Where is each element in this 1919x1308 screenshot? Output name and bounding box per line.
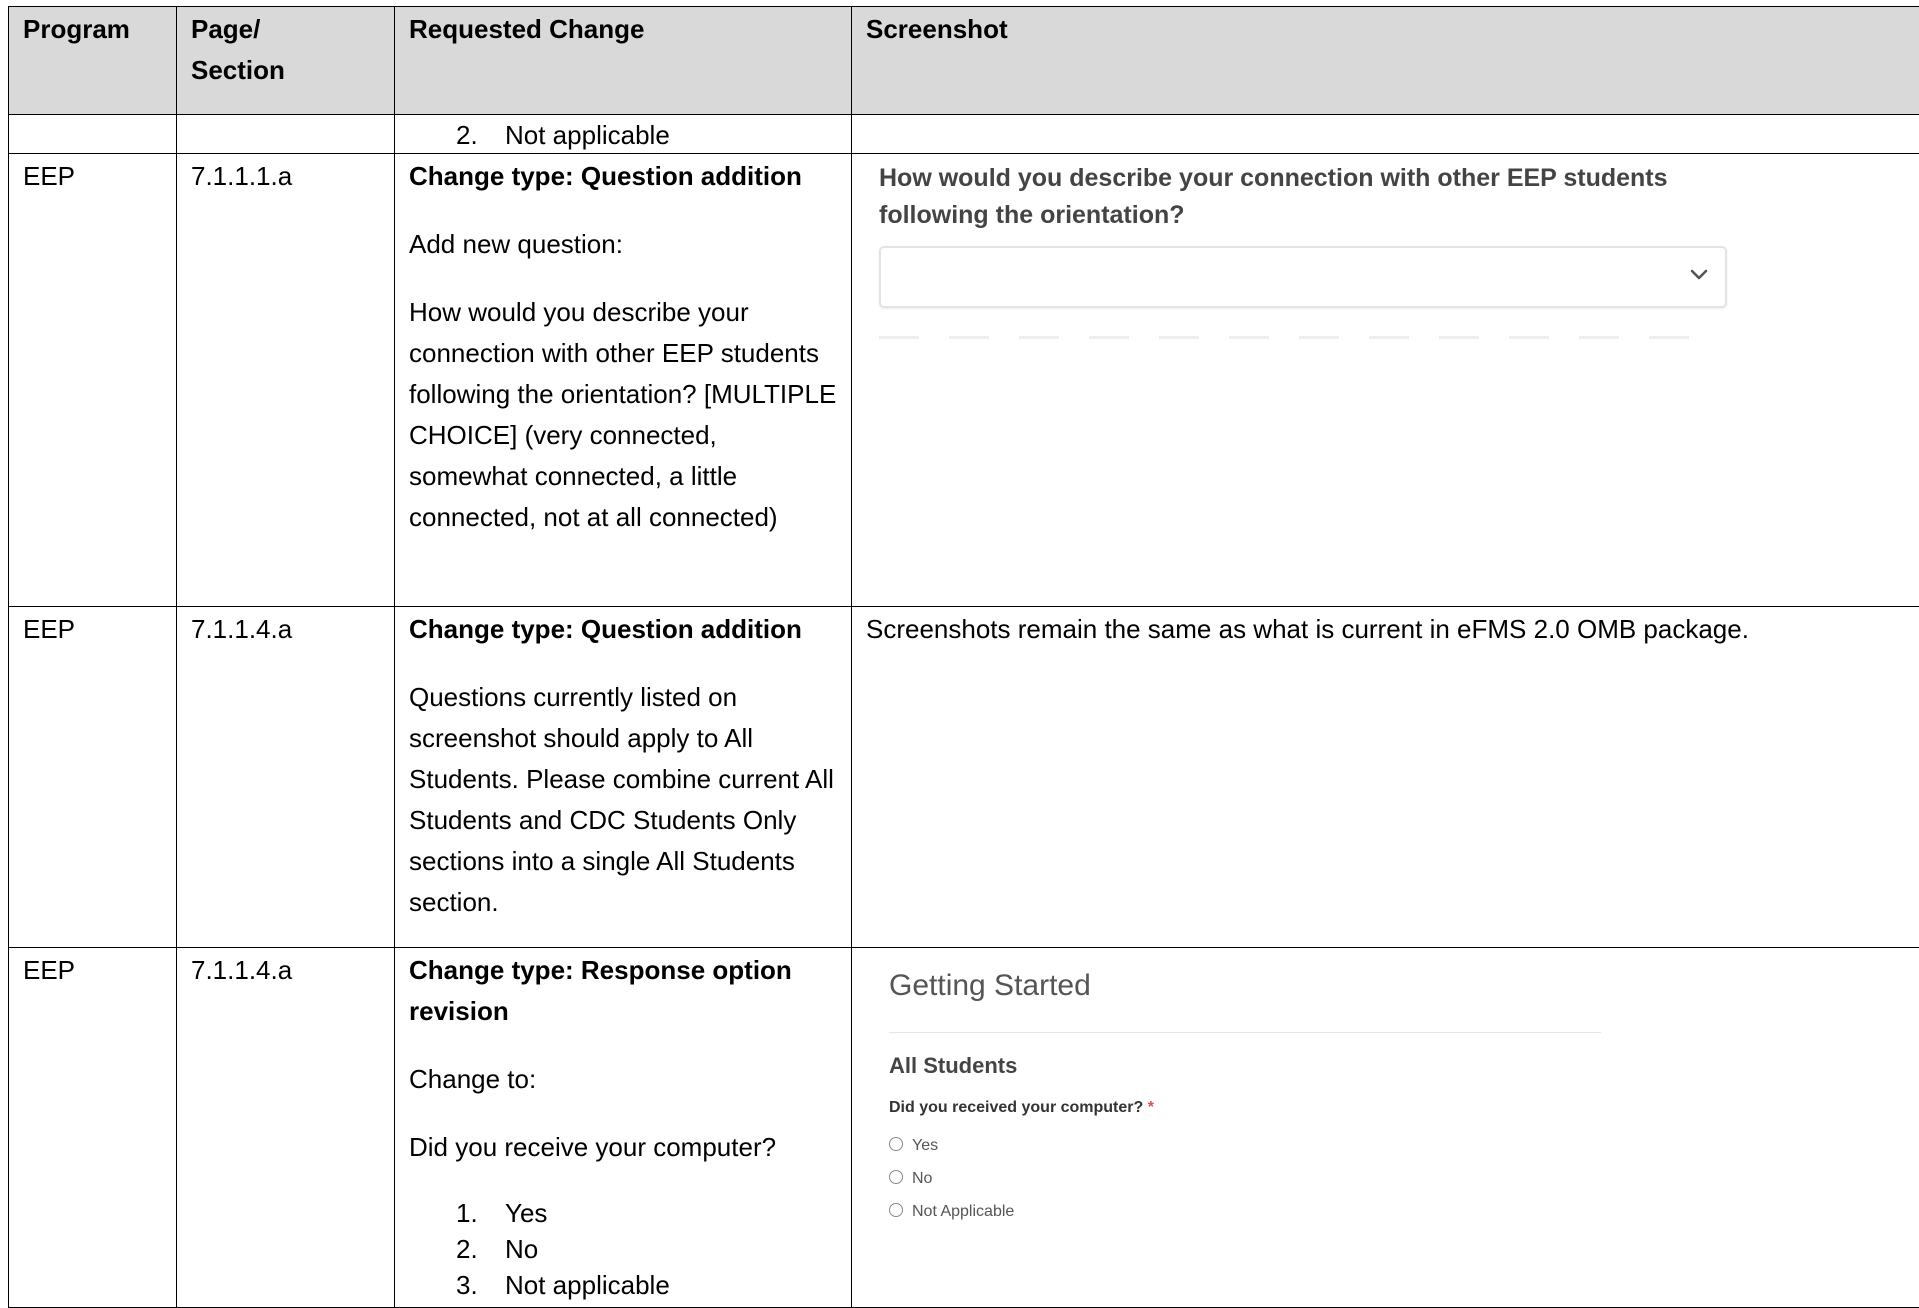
screenshot-title: Getting Started	[889, 968, 1091, 1004]
header-row: Program Page/ Section Requested Change S…	[9, 7, 1919, 115]
list-item: 1.Yes	[456, 1195, 837, 1231]
row0-section	[177, 115, 395, 154]
option-list: 1.Yes 2.No 3.Not applicable	[409, 1195, 837, 1303]
row3-screenshot: Getting Started All Students Did you rec…	[852, 948, 1919, 1308]
change-description: Questions currently listed on screenshot…	[409, 677, 837, 923]
screenshot-dropdown	[879, 246, 1727, 308]
row2-screenshot: Screenshots remain the same as what is c…	[852, 607, 1919, 948]
row3-program: EEP	[9, 948, 177, 1308]
question-text: How would you describe your connection w…	[409, 292, 837, 538]
row1-section: 7.1.1.1.a	[177, 154, 395, 607]
list-item: 3.Not applicable	[456, 1267, 837, 1303]
table-row: EEP 7.1.1.1.a Change type: Question addi…	[9, 154, 1919, 607]
radio-option: Yes	[889, 1135, 938, 1157]
row2-change: Change type: Question addition Questions…	[395, 607, 852, 948]
header-page-section-label: Page/ Section	[191, 9, 271, 91]
question-text: Did you receive your computer?	[409, 1127, 837, 1168]
option-list: 2.Not applicable	[409, 117, 837, 153]
required-marker: *	[1148, 1099, 1154, 1116]
change-intro: Change to:	[409, 1059, 837, 1100]
row0-screenshot	[852, 115, 1919, 154]
header-program: Program	[9, 7, 177, 115]
change-type: Change type: Question addition	[409, 156, 837, 197]
row2-program: EEP	[9, 607, 177, 948]
row0-change: 2.Not applicable	[395, 115, 852, 154]
radio-icon	[889, 1137, 903, 1151]
screenshot-image: Getting Started All Students Did you rec…	[852, 948, 1919, 1278]
screenshot-question: How would you describe your connection w…	[879, 160, 1759, 234]
screenshot-crop-edge	[879, 336, 1719, 339]
row0-program	[9, 115, 177, 154]
change-type: Change type: Response option revision	[409, 950, 837, 1032]
screenshot-question: Did you received your computer? *	[889, 1097, 1154, 1119]
table-row: EEP 7.1.1.4.a Change type: Question addi…	[9, 607, 1919, 948]
change-intro: Add new question:	[409, 224, 837, 265]
row3-section: 7.1.1.4.a	[177, 948, 395, 1308]
header-requested-change: Requested Change	[395, 7, 852, 115]
screenshot-image: How would you describe your connection w…	[852, 154, 1919, 594]
table-row: EEP 7.1.1.4.a Change type: Response opti…	[9, 948, 1919, 1308]
change-request-table: Program Page/ Section Requested Change S…	[8, 6, 1919, 1308]
row3-change: Change type: Response option revision Ch…	[395, 948, 852, 1308]
radio-icon	[889, 1170, 903, 1184]
row1-screenshot: How would you describe your connection w…	[852, 154, 1919, 607]
divider	[889, 1032, 1601, 1033]
chevron-down-icon	[1689, 268, 1709, 282]
list-item: 2.No	[456, 1231, 837, 1267]
radio-option: No	[889, 1168, 932, 1190]
list-item: 2.Not applicable	[456, 117, 837, 153]
row1-change: Change type: Question addition Add new q…	[395, 154, 852, 607]
change-type: Change type: Question addition	[409, 609, 837, 650]
header-page-section: Page/ Section	[177, 7, 395, 115]
screenshot-section-heading: All Students	[889, 1052, 1017, 1080]
row2-section: 7.1.1.4.a	[177, 607, 395, 948]
row1-program: EEP	[9, 154, 177, 607]
radio-option: Not Applicable	[889, 1201, 1014, 1223]
header-screenshot: Screenshot	[852, 7, 1919, 115]
radio-icon	[889, 1203, 903, 1217]
table-row: 2.Not applicable	[9, 115, 1919, 154]
